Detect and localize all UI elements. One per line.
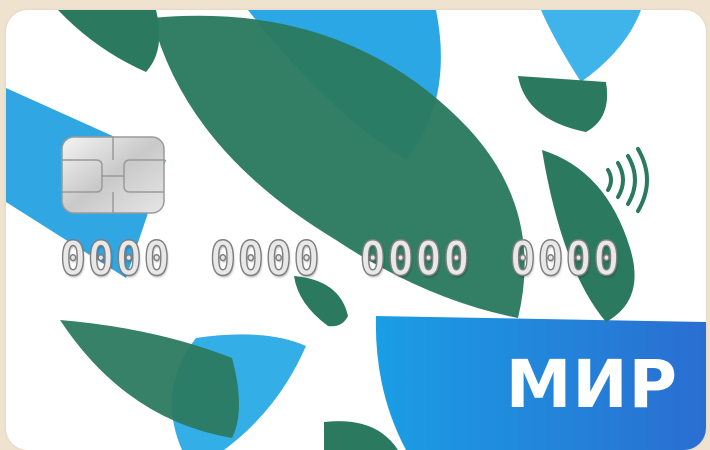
green-shape-top-left bbox=[58, 10, 160, 72]
card-number-group-1: 0000 bbox=[59, 231, 172, 288]
blue-shape-top-right bbox=[541, 10, 641, 82]
chip-icon bbox=[61, 136, 165, 214]
card-number-group-2: 0000 bbox=[209, 231, 322, 288]
green-shape-right bbox=[518, 76, 608, 132]
green-shape-bottom bbox=[324, 421, 398, 450]
bank-card: 0000 0000 0000 0000 МИР bbox=[6, 10, 706, 450]
card-number-group-4: 0000 bbox=[509, 231, 622, 288]
card-number-group-3: 0000 bbox=[359, 231, 472, 288]
mir-logo: МИР bbox=[505, 346, 678, 423]
card-number: 0000 0000 0000 0000 bbox=[59, 231, 622, 288]
contactless-icon bbox=[606, 147, 649, 213]
